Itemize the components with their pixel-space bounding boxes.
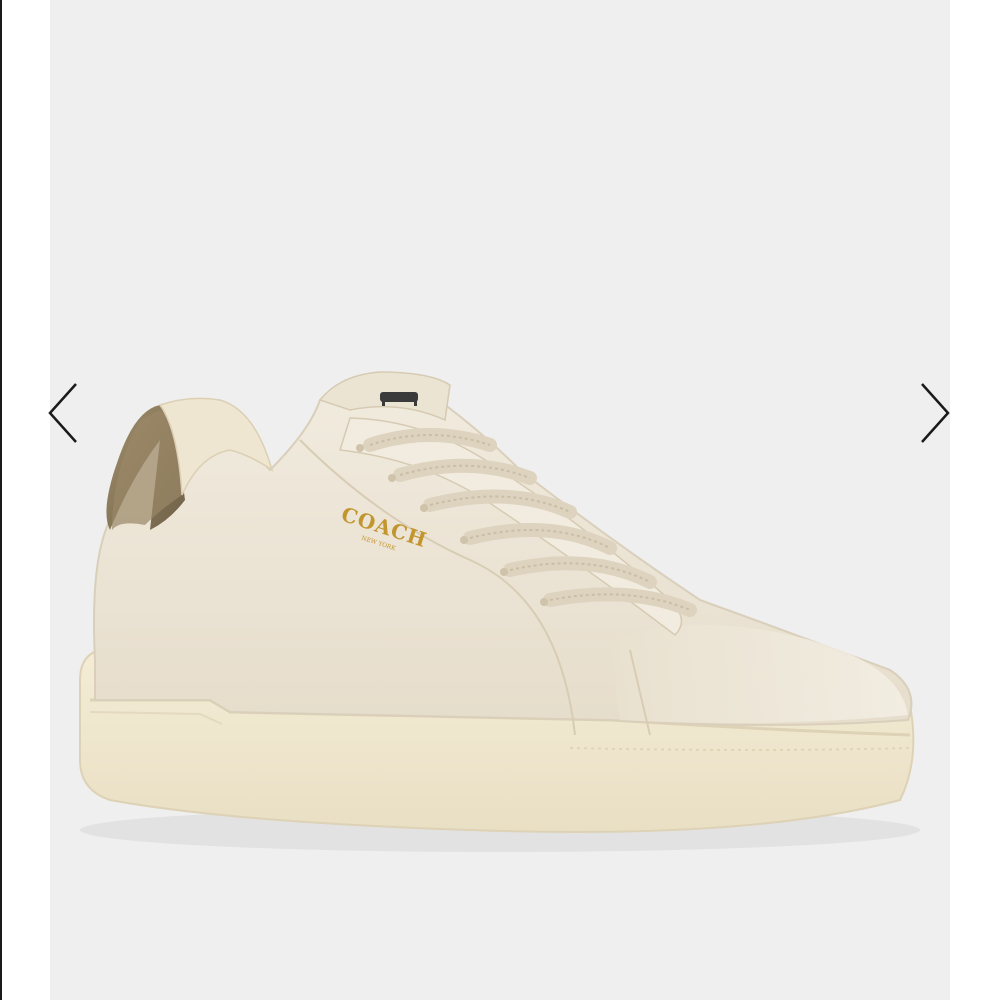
sneaker-image: COACH NEW YORK <box>79 371 920 852</box>
carousel-prev-button[interactable] <box>44 378 84 448</box>
chevron-right-icon <box>921 383 950 443</box>
shoe-toe-cap <box>610 625 908 724</box>
carousel-next-button[interactable] <box>914 378 954 448</box>
left-edge-divider <box>0 0 2 1000</box>
chevron-left-icon <box>48 383 77 443</box>
product-image-frame: COACH NEW YORK <box>50 0 950 1000</box>
carousel-stage: COACH NEW YORK <box>0 0 1000 1000</box>
